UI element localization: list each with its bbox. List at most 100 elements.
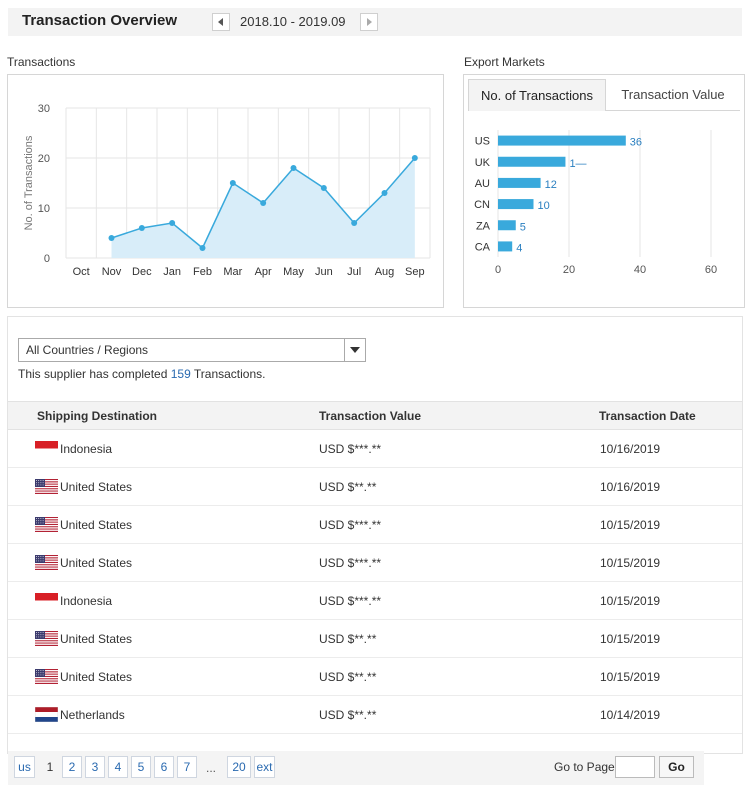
pagination-ellipsis: ...	[206, 761, 217, 775]
united-states-flag-icon	[35, 555, 58, 570]
y-tick-label: UK	[475, 157, 491, 169]
page-5-link[interactable]: 5	[131, 756, 151, 778]
data-point	[199, 245, 206, 251]
y-tick-label: 0	[44, 253, 50, 265]
page-4-link[interactable]: 4	[108, 756, 128, 778]
x-tick-label: Jul	[347, 266, 361, 278]
x-tick-label: Dec	[132, 266, 152, 278]
x-tick-label: Feb	[193, 266, 212, 278]
country-select-value: All Countries / Regions	[26, 343, 149, 357]
go-to-page-label: Go to Page	[554, 760, 615, 774]
bar	[498, 135, 626, 146]
go-button[interactable]: Go	[659, 756, 694, 778]
page-20-link[interactable]: 20	[227, 756, 251, 778]
page-title: Transaction Overview	[22, 12, 178, 29]
data-label: 12	[545, 179, 557, 191]
page-7-link[interactable]: 7	[177, 756, 197, 778]
triangle-left-icon	[218, 18, 223, 26]
y-axis-label: No. of Transactions	[23, 135, 35, 230]
page-2-link[interactable]: 2	[62, 756, 82, 778]
transactions-chart-panel: 0 10 20 30 No. of Transactions Oct Nov Dec Jan Fe…	[7, 74, 444, 308]
x-tick-label: Mar	[223, 266, 242, 278]
row-destination: United States	[60, 670, 133, 684]
row-value: USD $**.**	[319, 632, 377, 646]
united-states-flag-icon	[35, 479, 58, 494]
row-date: 10/15/2019	[600, 594, 661, 608]
data-label: 4	[516, 242, 522, 254]
row-date: 10/15/2019	[600, 556, 661, 570]
y-tick-label: ZA	[476, 220, 491, 232]
data-label: 36	[630, 137, 642, 149]
row-value: USD $***.**	[319, 518, 382, 532]
data-point	[381, 190, 388, 196]
data-point	[320, 185, 327, 191]
next-page-button[interactable]: ext	[254, 756, 275, 778]
y-tick-label: 20	[38, 153, 50, 165]
y-tick-label: US	[475, 136, 490, 148]
x-tick-label: Nov	[102, 266, 122, 278]
x-tick-label: 60	[705, 264, 717, 276]
y-tick-label: CA	[475, 241, 491, 253]
date-range: 2018.10 - 2019.09	[240, 14, 346, 29]
row-destination: United States	[60, 480, 133, 494]
page-6-link[interactable]: 6	[154, 756, 174, 778]
pagination: us 1 2 3 4 5 6 7 ... 20 ext Go to Page G…	[8, 751, 704, 785]
data-label: 10	[538, 200, 550, 212]
summary-suffix: Transactions.	[190, 367, 266, 381]
x-tick-label: Sep	[405, 266, 425, 278]
data-point	[260, 200, 267, 206]
transactions-area-chart: 0 10 20 30 No. of Transactions Oct Nov Dec Jan Fe…	[23, 103, 431, 278]
table-row: Indonesia USD $***.** 10/15/2019	[8, 582, 742, 620]
united-states-flag-icon	[35, 669, 58, 684]
table-row: Netherlands USD $**.** 10/14/2019	[8, 696, 742, 734]
row-date: 10/15/2019	[600, 518, 661, 532]
next-period-button[interactable]	[360, 13, 378, 31]
export-markets-panel: No. of Transactions Transaction Value 02…	[463, 74, 745, 308]
row-destination: United States	[60, 632, 133, 646]
x-tick-label: Jan	[163, 266, 181, 278]
row-date: 10/15/2019	[600, 670, 661, 684]
x-tick-label: 40	[634, 264, 646, 276]
row-destination: Netherlands	[60, 708, 125, 722]
x-tick-label: 0	[495, 264, 501, 276]
data-point	[169, 220, 176, 226]
export-markets-label: Export Markets	[464, 55, 545, 69]
indonesia-flag-icon	[35, 441, 58, 456]
column-shipping-destination: Shipping Destination	[37, 409, 157, 423]
bar	[498, 241, 513, 252]
table-row: United States USD $**.** 10/16/2019	[8, 468, 742, 506]
page-3-link[interactable]: 3	[85, 756, 105, 778]
row-value: USD $**.**	[319, 480, 377, 494]
column-transaction-value: Transaction Value	[319, 409, 422, 423]
row-value: USD $**.**	[319, 670, 377, 684]
go-to-page-input[interactable]	[615, 756, 655, 778]
transaction-summary: This supplier has completed 159 Transact…	[18, 367, 265, 381]
indonesia-flag-icon	[35, 593, 58, 608]
summary-prefix: This supplier has completed	[18, 367, 171, 381]
column-transaction-date: Transaction Date	[599, 409, 696, 423]
row-value: USD $***.**	[319, 594, 382, 608]
country-region-select[interactable]: All Countries / Regions	[18, 338, 366, 362]
row-destination: United States	[60, 518, 133, 532]
x-tick-label: Oct	[73, 266, 90, 278]
row-date: 10/16/2019	[600, 480, 661, 494]
row-date: 10/16/2019	[600, 442, 661, 456]
x-tick-label: Aug	[375, 266, 395, 278]
table-row: United States USD $**.** 10/15/2019	[8, 658, 742, 696]
x-tick-label: Apr	[255, 266, 272, 278]
table-row: United States USD $***.** 10/15/2019	[8, 544, 742, 582]
row-destination: United States	[60, 556, 133, 570]
y-tick-label: CN	[474, 199, 490, 211]
previous-page-button[interactable]: us	[14, 756, 35, 778]
data-label: 1—	[569, 158, 586, 170]
table-header: Shipping Destination Transaction Value T…	[8, 401, 742, 430]
bar	[498, 220, 516, 231]
y-tick-label: 10	[38, 203, 50, 215]
table-row: United States USD $***.** 10/15/2019	[8, 506, 742, 544]
row-date: 10/15/2019	[600, 632, 661, 646]
prev-period-button[interactable]	[212, 13, 230, 31]
united-states-flag-icon	[35, 517, 58, 532]
netherlands-flag-icon	[35, 707, 58, 722]
triangle-right-icon	[367, 18, 372, 26]
data-point	[411, 155, 418, 161]
